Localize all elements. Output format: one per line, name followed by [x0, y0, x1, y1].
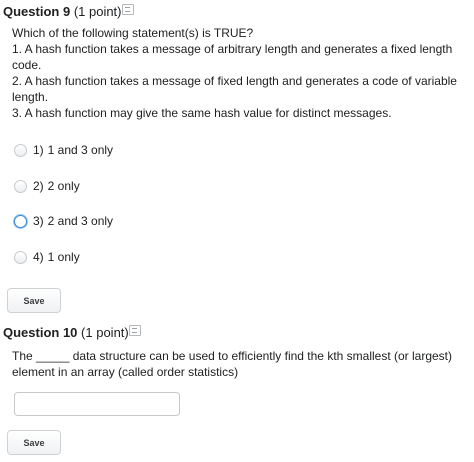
option-1[interactable]: 1) 1 and 3 only — [14, 141, 113, 159]
question-10-save-button[interactable]: Save — [7, 430, 61, 455]
option-3[interactable]: 3) 2 and 3 only — [14, 212, 113, 230]
question-10-points: (1 point) — [81, 325, 129, 340]
question-9-save-button[interactable]: Save — [7, 288, 61, 313]
prompt-line: 2. A hash function takes a message of fi… — [12, 74, 457, 88]
option-3-radio[interactable] — [14, 214, 27, 228]
option-1-label: 1 and 3 only — [47, 143, 114, 157]
option-3-label: 2 and 3 only — [47, 214, 114, 228]
prompt-line: 1. A hash function takes a message of ar… — [12, 42, 453, 56]
question-10-answer-input[interactable] — [14, 392, 180, 416]
question-9-header: Question 9 (1 point) — [3, 4, 122, 19]
option-2-radio[interactable] — [14, 179, 27, 193]
option-2-label: 2 only — [47, 179, 80, 193]
option-2[interactable]: 2) 2 only — [14, 177, 80, 195]
option-3-number: 3) — [33, 214, 44, 228]
option-4-radio[interactable] — [14, 250, 27, 264]
prompt-line: element in an array (called order statis… — [12, 365, 239, 379]
prompt-line: Which of the following statement(s) is T… — [12, 26, 254, 40]
flag-icon[interactable] — [122, 4, 134, 15]
question-10-header: Question 10 (1 point) — [3, 325, 129, 340]
question-10-title: Question 10 — [3, 325, 78, 340]
question-10-prompt: The _____ data structure can be used to … — [12, 348, 452, 380]
prompt-line: The _____ data structure can be used to … — [12, 349, 453, 363]
prompt-line: length. — [12, 90, 49, 104]
prompt-line: code. — [12, 58, 42, 72]
question-9-prompt: Which of the following statement(s) is T… — [12, 25, 457, 121]
option-4-label: 1 only — [47, 250, 80, 264]
question-9-points: (1 point) — [73, 4, 122, 19]
option-2-number: 2) — [33, 179, 44, 193]
option-4-number: 4) — [33, 250, 44, 264]
option-4[interactable]: 4) 1 only — [14, 248, 80, 266]
question-9-title: Question 9 — [3, 4, 71, 19]
flag-icon[interactable] — [129, 325, 141, 336]
option-1-number: 1) — [33, 143, 44, 157]
option-1-radio[interactable] — [14, 143, 27, 157]
prompt-line: 3. A hash function may give the same has… — [12, 106, 392, 120]
